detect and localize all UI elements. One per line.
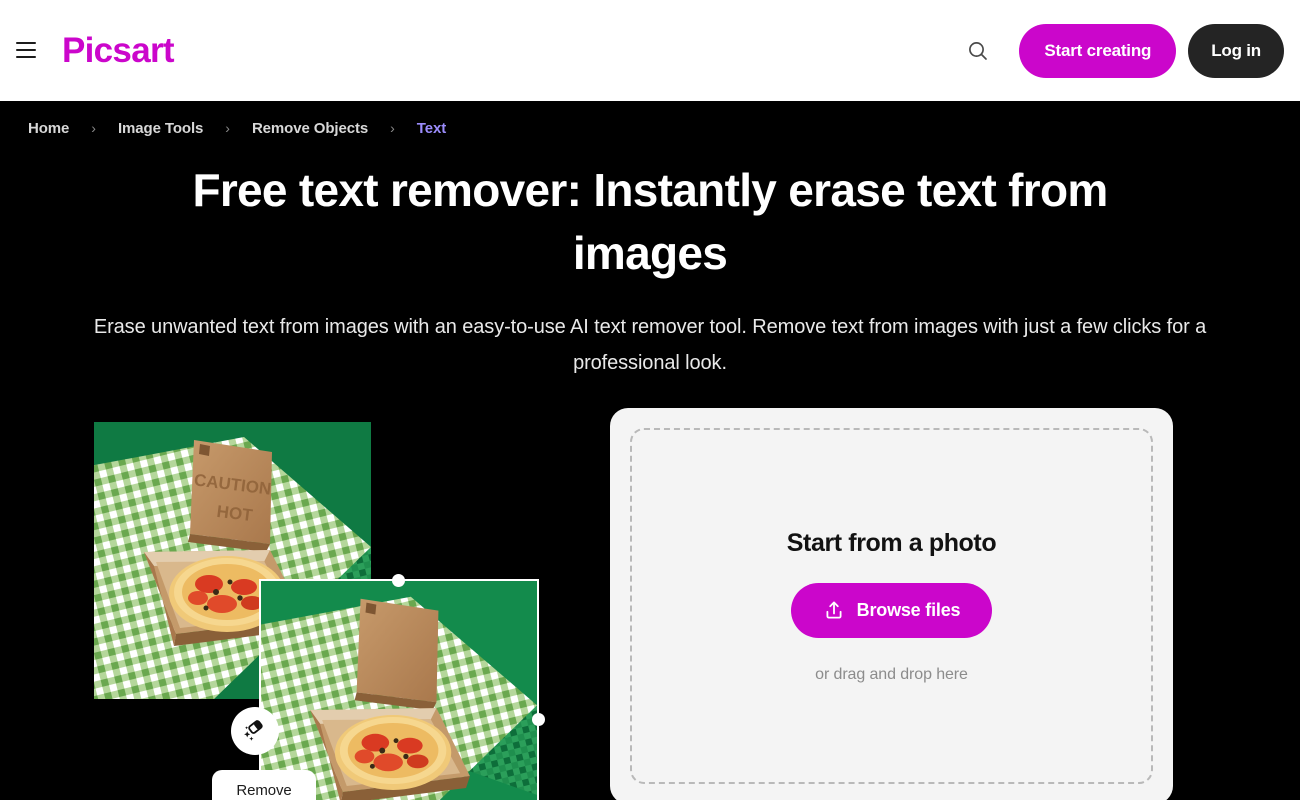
breadcrumb-separator-icon: › [390, 119, 395, 136]
dropzone-title: Start from a photo [786, 528, 997, 557]
magic-eraser-icon [244, 720, 263, 741]
breadcrumb-item-image-tools[interactable]: Image Tools [118, 120, 203, 137]
upload-panel: Start from a photo Browse files or drag … [610, 408, 1173, 800]
login-button[interactable]: Log in [1188, 23, 1284, 78]
start-creating-button[interactable]: Start creating [1019, 23, 1177, 78]
search-button[interactable] [951, 24, 1005, 78]
search-icon [969, 41, 988, 60]
page-subtitle: Erase unwanted text from images with an … [93, 316, 1207, 374]
demo-image-after[interactable] [259, 579, 539, 800]
hamburger-line [16, 56, 36, 58]
breadcrumb-item-text[interactable]: Text [417, 120, 446, 137]
hero-section: Home › Image Tools › Remove Objects › Te… [0, 101, 1300, 800]
browse-files-label: Browse files [856, 599, 961, 620]
picsart-logo[interactable]: Picsart [62, 28, 175, 74]
hamburger-menu-icon[interactable] [16, 36, 38, 64]
drag-drop-hint: or drag and drop here [815, 665, 968, 683]
header-actions: Start creating Log in [951, 0, 1300, 101]
breadcrumb-item-home[interactable]: Home [28, 120, 69, 137]
selection-handle-bottom-right[interactable] [532, 713, 545, 726]
before-after-demo: CAUTION HOT Remove [94, 422, 554, 800]
dropzone[interactable]: Start from a photo Browse files or drag … [630, 428, 1153, 784]
site-header: Picsart Start creating Log in [0, 0, 1300, 101]
selection-handle-top-left[interactable] [392, 574, 405, 587]
hamburger-line [16, 42, 36, 44]
breadcrumb-item-remove-objects[interactable]: Remove Objects [252, 120, 368, 137]
page-title: Free text remover: Instantly erase text … [192, 164, 1108, 279]
browse-files-button[interactable]: Browse files [790, 582, 993, 638]
remove-tooltip-label: Remove [212, 770, 316, 800]
breadcrumb-separator-icon: › [91, 119, 96, 136]
breadcrumb: Home › Image Tools › Remove Objects › Te… [28, 120, 446, 137]
breadcrumb-separator-icon: › [225, 119, 230, 136]
pizza-box-after-illustration [261, 581, 537, 800]
magic-eraser-badge[interactable] [231, 707, 279, 755]
hamburger-line [16, 49, 36, 51]
upload-icon [826, 601, 842, 619]
